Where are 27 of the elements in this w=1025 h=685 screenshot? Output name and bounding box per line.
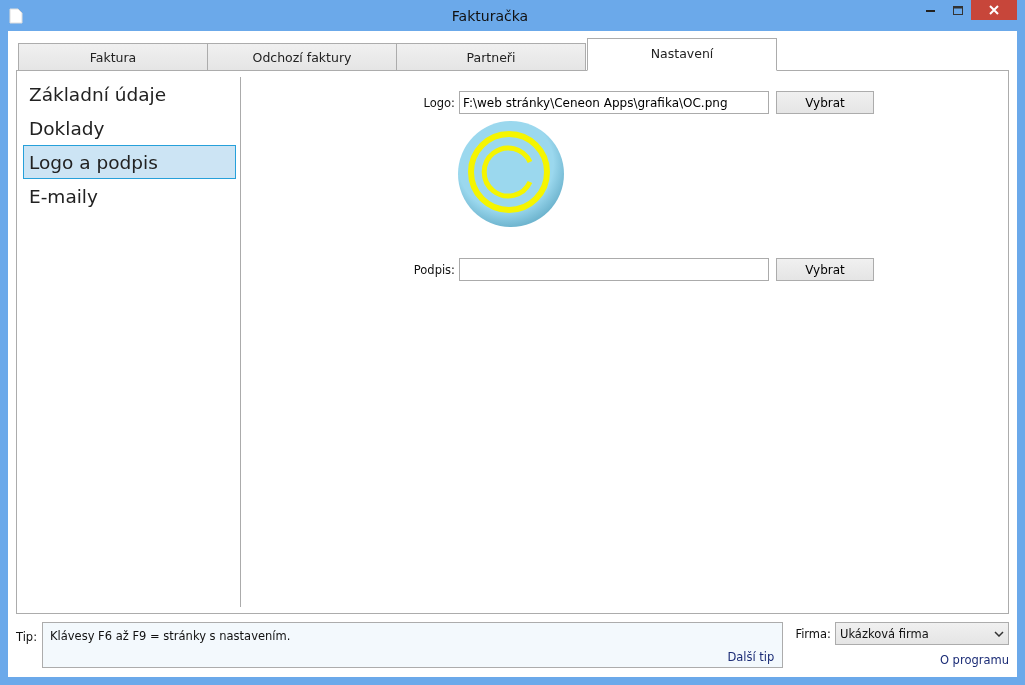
company-label: Firma: [795, 626, 831, 641]
browse-button[interactable]: Vybrat [776, 258, 874, 281]
browse-button[interactable]: Vybrat [776, 91, 874, 114]
path-field[interactable]: F:\web stránky\Ceneon Apps\grafika\OC.png [459, 91, 769, 114]
chevron-down-icon [994, 630, 1004, 637]
sidebar-item[interactable]: Logo a podpis [23, 145, 236, 179]
minimize-icon [926, 8, 935, 12]
tab[interactable]: Partneři [396, 43, 586, 71]
close-icon [989, 5, 999, 15]
field-label: Logo: [422, 95, 455, 110]
next-tip-link[interactable]: Další tip [727, 650, 775, 664]
company-dropdown[interactable]: Ukázková firma [835, 622, 1009, 645]
tip-label: Tip: [16, 629, 36, 646]
app-icon [9, 7, 23, 24]
close-button[interactable] [971, 0, 1017, 20]
path-field[interactable] [459, 258, 769, 281]
field-label: Podpis: [412, 262, 455, 277]
maximize-icon [952, 5, 963, 15]
sidebar-item[interactable]: Doklady [23, 111, 236, 145]
tab[interactable]: Faktura [18, 43, 208, 71]
window-title: Fakturačka [450, 7, 530, 24]
tip-text: Klávesy F6 až F9 = stránky s nastavením. [50, 629, 292, 643]
tab[interactable]: Odchozí faktury [207, 43, 397, 71]
sidebar-item[interactable]: Základní údaje [23, 77, 236, 111]
tab[interactable]: Nastavení [587, 38, 777, 71]
about-link[interactable]: O programu [939, 653, 1009, 667]
sidebar-item[interactable]: E-maily [23, 179, 236, 213]
